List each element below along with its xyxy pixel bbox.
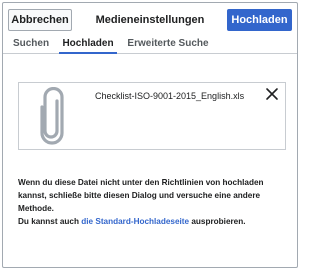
alt-prefix-text: Du kannst auch (18, 217, 82, 226)
media-settings-dialog: Abbrechen Medieneinstellungen Hochladen … (2, 2, 298, 268)
selected-file-card: Checklist-ISO-9001-2015_English.xls (18, 82, 286, 150)
tab-upload[interactable]: Hochladen (59, 36, 117, 54)
file-name: Checklist-ISO-9001-2015_English.xls (95, 91, 245, 101)
upload-button[interactable]: Hochladen (227, 9, 292, 31)
alternative-upload-message: Du kannst auch die Standard-Hochladeseit… (18, 215, 288, 228)
close-icon[interactable] (265, 87, 279, 101)
tab-bar: Suchen Hochladen Erweiterte Suche (3, 36, 297, 54)
policy-message: Wenn du diese Datei nicht unter den Rich… (18, 178, 264, 213)
tab-search[interactable]: Suchen (7, 36, 55, 54)
alt-suffix-text: ausprobieren. (189, 217, 246, 226)
standard-upload-page-link[interactable]: die Standard-Hochladeseite (81, 217, 189, 226)
paperclip-icon (40, 87, 64, 145)
dialog-title: Medieneinstellungen (95, 14, 205, 26)
dialog-header: Abbrechen Medieneinstellungen Hochladen (3, 3, 297, 33)
tab-advanced-search[interactable]: Erweiterte Suche (121, 36, 215, 54)
cancel-button[interactable]: Abbrechen (8, 9, 72, 31)
